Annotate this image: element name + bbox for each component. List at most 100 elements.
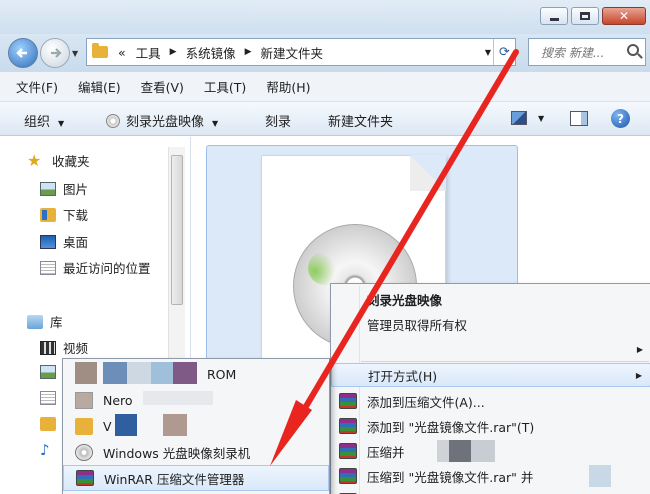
menu-compress-to-rar-and-email[interactable]: 压缩到 "光盘镜像文件.rar" 并 <box>331 464 650 488</box>
search-input[interactable]: 搜索 新建... <box>528 38 646 66</box>
breadcrumb-new-folder[interactable]: 新建文件夹 <box>261 43 324 62</box>
submenu-windows-disc-burner-label: Windows 光盘映像刻录机 <box>103 445 251 461</box>
menu-bar: 文件(F) 编辑(E) 查看(V) 工具(T) 帮助(H) <box>0 72 650 102</box>
disc-burner-icon <box>75 443 93 461</box>
blurred-text <box>115 414 137 436</box>
nav-videos[interactable]: 视频 <box>40 338 88 357</box>
blurred-text <box>75 362 97 384</box>
submenu-app-nero[interactable]: Nero <box>63 387 329 413</box>
chevron-right-icon[interactable]: ▶ <box>245 47 252 57</box>
blurred-text <box>103 362 127 384</box>
menu-take-ownership-label: 管理员取得所有权 <box>367 317 468 333</box>
nav-music[interactable]: ♪ <box>40 441 63 459</box>
menu-tools[interactable]: 工具(T) <box>204 77 246 96</box>
submenu-arrow-icon: ▶ <box>636 344 643 354</box>
menu-separator <box>361 361 649 362</box>
menu-take-ownership[interactable]: 管理员取得所有权 <box>331 312 650 336</box>
menu-add-to-rar[interactable]: 添加到 "光盘镜像文件.rar"(T) <box>331 414 650 438</box>
disc-icon <box>106 114 120 128</box>
burn-button[interactable]: 刻录 <box>265 111 291 130</box>
chevron-right-icon[interactable]: ▶ <box>170 47 177 57</box>
nav-pictures[interactable]: 图片 <box>40 179 88 198</box>
star-icon: ★ <box>27 150 42 170</box>
nav-libraries[interactable]: 库 <box>27 312 63 331</box>
menu-more[interactable] <box>331 489 650 494</box>
nav-favorites[interactable]: ★ 收藏夹 <box>27 151 90 170</box>
menu-file[interactable]: 文件(F) <box>16 77 58 96</box>
menu-burn-disc-image[interactable]: 刻录光盘映像 <box>331 287 650 311</box>
nav-downloads[interactable]: 下载 <box>40 205 88 224</box>
nav-videos-label: 视频 <box>63 341 89 356</box>
submenu-arrow-icon: ▶ <box>635 370 642 380</box>
winrar-icon <box>339 468 357 484</box>
submenu-app-rom[interactable]: ROM <box>63 361 329 387</box>
address-bar[interactable]: « 工具 ▶ 系统镜像 ▶ 新建文件夹 ▼ ⟳ <box>86 38 516 66</box>
address-dropdown-icon[interactable]: ▼ <box>485 48 491 57</box>
nav-recent[interactable]: 最近访问的位置 <box>40 258 151 277</box>
organize-label: 组织 <box>24 115 51 130</box>
blurred-text <box>437 440 449 462</box>
menu-compress-and-email[interactable]: 压缩并 <box>331 439 650 463</box>
organize-button[interactable]: 组织 ▼ <box>24 111 64 130</box>
winrar-icon <box>76 470 94 486</box>
menu-collapsed-submenu[interactable]: ▶ <box>331 337 650 361</box>
document-icon <box>40 391 56 405</box>
folder-icon <box>40 417 56 431</box>
breadcrumb-tools[interactable]: 工具 <box>136 43 161 62</box>
blurred-text <box>127 362 151 384</box>
command-bar: 组织 ▼ 刻录光盘映像 ▼ 刻录 新建文件夹 ▼ ? <box>0 102 650 136</box>
context-menu: 刻录光盘映像 管理员取得所有权 ▶ 打开方式(H) ▶ 添加到压缩文件(A)...… <box>330 283 650 494</box>
back-arrow-icon <box>16 48 27 58</box>
menu-compress-to-rar-label: 压缩到 "光盘镜像文件.rar" 并 <box>367 469 534 485</box>
submenu-winrar[interactable]: WinRAR 压缩文件管理器 <box>63 465 329 491</box>
title-bar: ✕ <box>0 0 650 34</box>
menu-help[interactable]: 帮助(H) <box>266 77 310 96</box>
view-icon[interactable] <box>511 111 527 125</box>
view-dropdown-icon[interactable]: ▼ <box>538 114 544 123</box>
burn-image-button[interactable]: 刻录光盘映像 ▼ <box>106 111 218 130</box>
minimize-button[interactable] <box>540 7 568 25</box>
close-button[interactable]: ✕ <box>602 7 646 25</box>
pictures-icon <box>40 365 56 379</box>
refresh-button[interactable]: ⟳ <box>493 39 515 65</box>
menu-view[interactable]: 查看(V) <box>141 77 184 96</box>
search-icon <box>627 44 639 56</box>
submenu-app-rom-label: ROM <box>207 366 237 382</box>
scrollbar-thumb[interactable] <box>171 155 183 305</box>
music-icon: ♪ <box>40 441 50 459</box>
burn-image-label: 刻录光盘映像 <box>126 115 205 130</box>
submenu-app-v[interactable]: V <box>63 413 329 439</box>
recent-places-icon <box>40 260 56 275</box>
menu-open-with[interactable]: 打开方式(H) ▶ <box>331 363 650 387</box>
pictures-icon <box>40 181 56 196</box>
preview-pane-icon[interactable] <box>570 111 588 126</box>
desktop-icon <box>40 234 56 249</box>
nav-desktop[interactable]: 桌面 <box>40 232 88 251</box>
maximize-icon <box>580 12 590 20</box>
nav-library-item[interactable] <box>40 365 63 379</box>
library-icon <box>27 314 43 329</box>
open-with-submenu: ROM Nero V Windows 光盘映像刻录机 WinRAR 压缩文件管理… <box>62 358 330 494</box>
menu-add-to-rar-label: 添加到 "光盘镜像文件.rar"(T) <box>367 419 535 435</box>
submenu-app-nero-label: Nero <box>103 392 133 408</box>
minimize-icon <box>549 17 559 21</box>
breadcrumb-overflow[interactable]: « <box>118 45 126 60</box>
nav-library-item[interactable] <box>40 417 63 431</box>
breadcrumb-system-image[interactable]: 系统镜像 <box>186 43 236 62</box>
chevron-down-icon: ▼ <box>58 119 65 128</box>
blurred-text <box>471 440 495 462</box>
menu-edit[interactable]: 编辑(E) <box>78 77 121 96</box>
back-button[interactable] <box>8 38 38 68</box>
close-icon: ✕ <box>618 9 630 23</box>
blurred-text <box>589 465 611 487</box>
help-icon[interactable]: ? <box>611 109 630 128</box>
new-folder-button[interactable]: 新建文件夹 <box>328 111 393 130</box>
address-row: ▼ « 工具 ▶ 系统镜像 ▶ 新建文件夹 ▼ ⟳ 搜索 新建... <box>0 34 650 72</box>
maximize-button[interactable] <box>571 7 599 25</box>
nav-library-item[interactable] <box>40 391 63 405</box>
submenu-windows-disc-burner[interactable]: Windows 光盘映像刻录机 <box>63 439 329 465</box>
forward-button[interactable] <box>40 38 70 68</box>
menu-compress-and-label: 压缩并 <box>367 444 405 460</box>
history-dropdown-icon[interactable]: ▼ <box>72 49 78 58</box>
menu-add-to-archive[interactable]: 添加到压缩文件(A)... <box>331 389 650 413</box>
